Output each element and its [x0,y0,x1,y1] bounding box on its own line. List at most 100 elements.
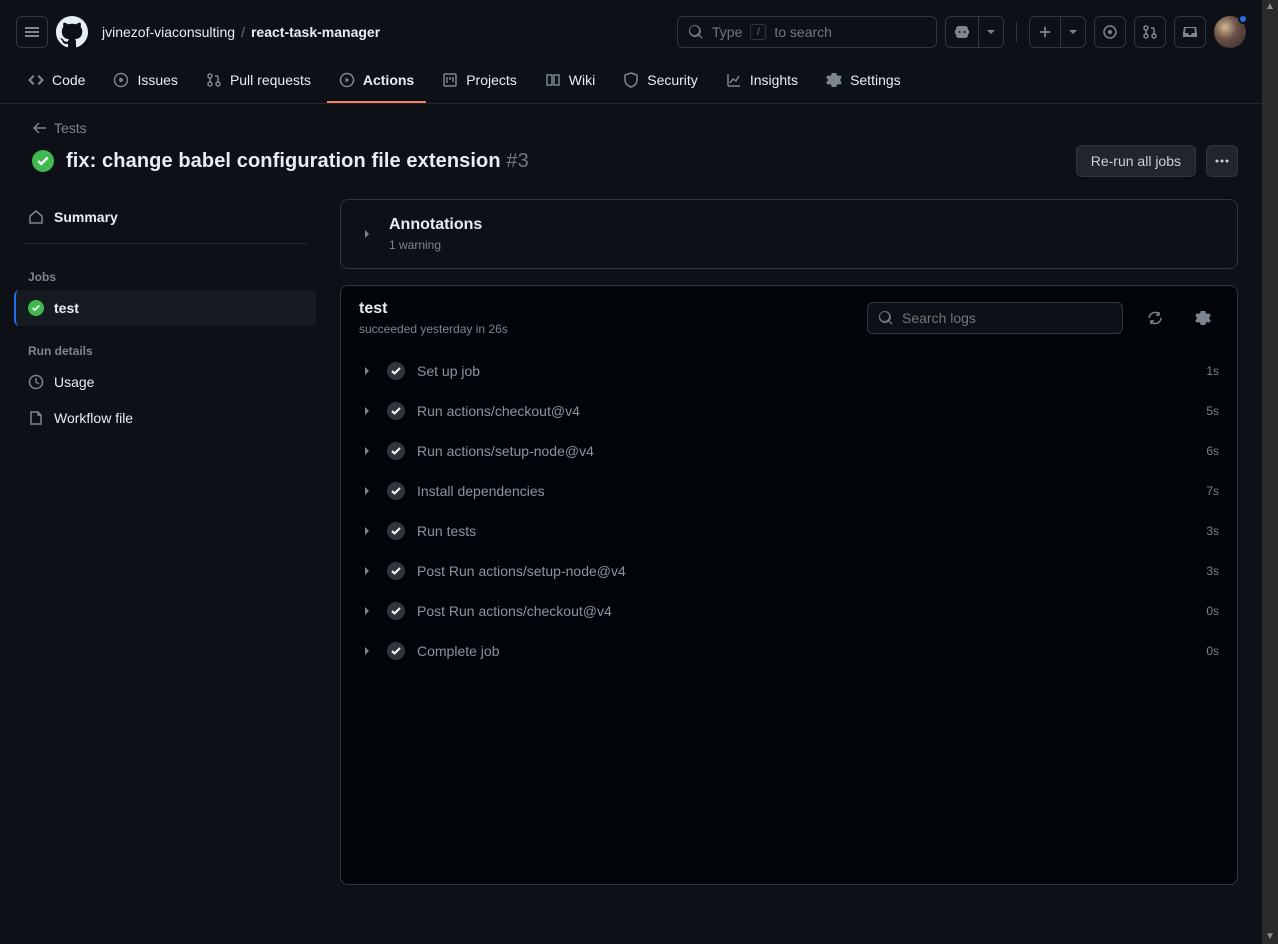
gear-icon [1195,310,1211,326]
reload-logs-button[interactable] [1139,302,1171,334]
caret-down-icon [987,28,995,36]
step-row[interactable]: Run tests 3s [341,511,1237,551]
step-row[interactable]: Run actions/setup-node@v46s [341,431,1237,471]
code-icon [28,72,44,88]
step-row[interactable]: Install dependencies 7s [341,471,1237,511]
add-button[interactable] [1030,17,1060,47]
chevron-right-icon [359,365,375,377]
check-icon [387,482,405,500]
step-name: Install dependencies [417,483,545,499]
job-name: test [54,300,79,316]
re-run-all-jobs-button[interactable]: Re-run all jobs [1076,145,1196,177]
jobs-header: Jobs [16,252,316,290]
step-row[interactable]: Run actions/checkout@v4 5s [341,391,1237,431]
divider [24,243,308,244]
notifications-button[interactable] [1174,16,1206,48]
pull-requests-tray-button[interactable] [1134,16,1166,48]
repo-link[interactable]: react-task-manager [251,24,380,40]
log-search-input[interactable] [902,310,1112,326]
chevron-right-icon [359,405,375,417]
check-icon [387,442,405,460]
step-row[interactable]: Complete job0s [341,631,1237,671]
project-icon [442,72,458,88]
summary-link[interactable]: Summary [16,199,316,235]
check-icon [387,362,405,380]
nav-security[interactable]: Security [611,59,710,103]
workflow-file-link[interactable]: Workflow file [16,400,316,436]
nav-code[interactable]: Code [16,59,97,103]
global-nav-menu-button[interactable] [16,16,48,48]
step-name: Set up job [417,363,480,379]
gear-icon [826,72,842,88]
step-duration: 0s [1206,644,1219,658]
play-icon [339,72,355,88]
step-row[interactable]: Post Run actions/checkout@v4 0s [341,591,1237,631]
user-avatar[interactable] [1214,16,1246,48]
github-logo[interactable] [56,16,88,48]
chevron-right-icon [359,565,375,577]
nav-projects[interactable]: Projects [430,59,529,103]
step-name: Run actions/checkout@v4 [417,403,580,419]
nav-pull-requests[interactable]: Pull requests [194,59,323,103]
breadcrumb-separator: / [241,24,245,40]
repo-breadcrumb: jvinezof-viaconsulting / react-task-mana… [102,24,380,40]
run-menu-button[interactable] [1206,145,1238,177]
job-title: test [359,300,508,318]
step-duration: 7s [1206,484,1219,498]
annotations-title: Annotations [389,216,482,234]
check-icon [387,642,405,660]
nav-insights[interactable]: Insights [714,59,810,103]
back-label: Tests [54,120,87,136]
step-name: Post Run actions/checkout@v4 [417,603,612,619]
run-title: fix: change babel configuration file ext… [66,150,529,173]
chevron-right-icon [359,485,375,497]
issues-tray-button[interactable] [1094,16,1126,48]
step-row[interactable]: Set up job1s [341,351,1237,391]
inbox-icon [1182,24,1198,40]
step-duration: 5s [1206,404,1219,418]
step-duration: 3s [1206,524,1219,538]
nav-settings[interactable]: Settings [814,59,913,103]
workflow-file-label: Workflow file [54,410,133,426]
pullrequest-icon [206,72,222,88]
back-to-workflow-link[interactable]: Tests [32,120,87,136]
log-settings-button[interactable] [1187,302,1219,334]
chevron-right-icon [359,228,375,240]
chevron-right-icon [359,445,375,457]
check-icon [387,602,405,620]
chevron-right-icon [359,525,375,537]
step-row[interactable]: Post Run actions/setup-node@v43s [341,551,1237,591]
usage-link[interactable]: Usage [16,364,316,400]
nav-actions[interactable]: Actions [327,59,426,103]
annotations-card[interactable]: Annotations 1 warning [340,199,1238,269]
copilot-button[interactable] [946,17,978,47]
log-search[interactable] [867,302,1123,334]
run-status-icon [32,150,54,172]
add-dropdown[interactable] [1029,16,1086,48]
job-link-test[interactable]: test [14,290,316,326]
scrollbar[interactable]: ▲ ▼ [1262,0,1278,944]
add-caret[interactable] [1060,17,1085,47]
pull-request-icon [1142,24,1158,40]
sync-icon [1147,310,1163,326]
chevron-right-icon [359,605,375,617]
chevron-right-icon [359,645,375,657]
copilot-caret[interactable] [978,17,1003,47]
file-icon [28,410,44,426]
step-name: Run tests [417,523,476,539]
wiki-icon [545,72,561,88]
caret-down-icon [1069,28,1077,36]
nav-wiki[interactable]: Wiki [533,59,607,103]
job-status-text: succeeded yesterday in 26s [359,322,508,336]
step-duration: 3s [1206,564,1219,578]
copilot-dropdown[interactable] [945,16,1004,48]
step-duration: 0s [1206,604,1219,618]
nav-issues[interactable]: Issues [101,59,189,103]
notification-dot [1238,14,1248,24]
annotations-subtitle: 1 warning [389,238,482,252]
global-search[interactable]: Type / to search [677,16,937,48]
home-icon [28,209,44,225]
arrow-left-icon [32,120,48,136]
run-number: #3 [506,150,528,172]
owner-link[interactable]: jvinezof-viaconsulting [102,24,235,40]
